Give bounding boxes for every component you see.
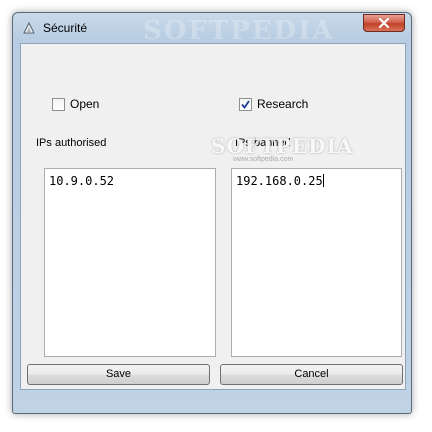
research-checkbox-label: Research	[257, 97, 309, 111]
open-checkbox[interactable]: Open	[52, 97, 99, 111]
close-icon	[378, 18, 390, 28]
ips-banned-value: 192.168.0.25	[236, 174, 323, 188]
research-checkbox[interactable]: Research	[239, 97, 308, 111]
softpedia-watermark-url: www.softpedia.com	[233, 156, 294, 163]
dialog-body: Open Research IPs authorised IPs banned …	[20, 43, 406, 390]
security-window: Sécurité SOFTPEDIA Open Research IPs aut…	[12, 12, 412, 414]
cancel-button[interactable]: Cancel	[220, 364, 403, 385]
ips-authorised-value: 10.9.0.52	[49, 174, 115, 188]
research-checkbox-box[interactable]	[239, 97, 252, 111]
window-title: Sécurité	[43, 21, 88, 35]
checkmark-icon	[241, 99, 250, 109]
softpedia-watermark: SOFTPEDIA	[211, 134, 354, 158]
ips-authorised-textarea[interactable]: 10.9.0.52	[44, 168, 216, 357]
title-watermark: SOFTPEDIA	[143, 16, 335, 46]
text-caret	[322, 174, 324, 187]
open-checkbox-box[interactable]	[52, 97, 65, 111]
ips-banned-textarea[interactable]: 192.168.0.25	[231, 168, 402, 357]
title-bar[interactable]: Sécurité SOFTPEDIA	[13, 13, 411, 46]
close-button[interactable]	[363, 14, 405, 32]
shield-icon	[21, 20, 37, 36]
ips-authorised-label: IPs authorised	[36, 137, 107, 149]
save-button[interactable]: Save	[27, 364, 210, 385]
open-checkbox-label: Open	[70, 97, 100, 111]
